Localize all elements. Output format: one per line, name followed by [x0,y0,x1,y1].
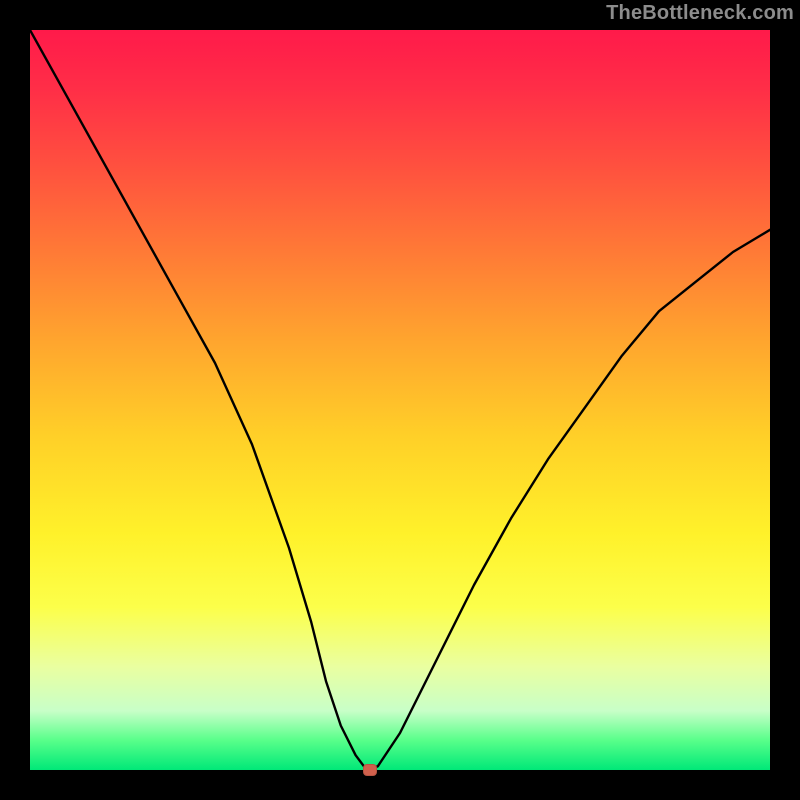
bottleneck-curve [30,30,770,770]
chart-frame: TheBottleneck.com [0,0,800,800]
plot-area [30,30,770,770]
curve-svg [30,30,770,770]
watermark: TheBottleneck.com [606,2,794,25]
minimum-marker [363,764,377,776]
